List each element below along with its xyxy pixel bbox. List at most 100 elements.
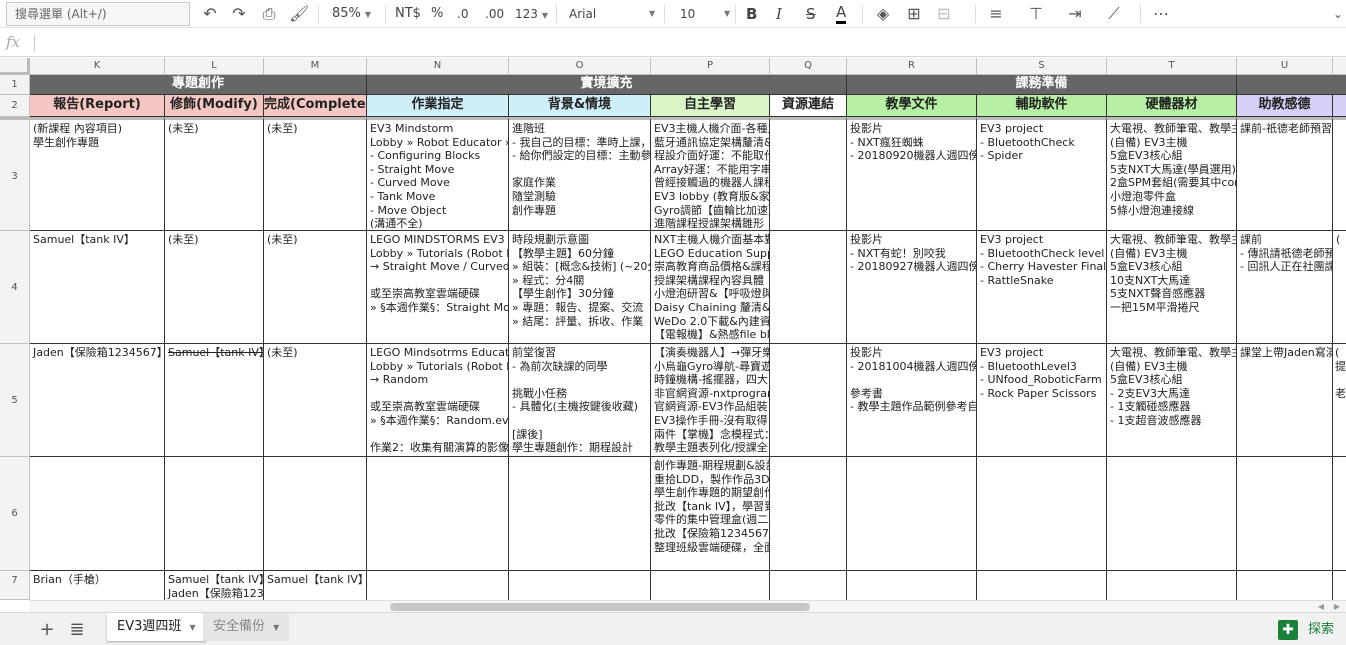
scroll-right-icon[interactable]: ▶ (1334, 601, 1340, 612)
number-format-select[interactable]: 123 ▼ (515, 0, 548, 28)
cell-q6[interactable] (770, 457, 847, 571)
select-all-corner[interactable] (0, 58, 30, 75)
row-header-1[interactable]: 1 (0, 75, 30, 95)
cell-o4[interactable]: 時段規劃示意圖 【教學主題】60分鐘 » 組裝：[概念&技術] (~20分 » … (509, 231, 651, 344)
decrease-decimal-button[interactable]: .0 (457, 0, 468, 28)
cell-n7[interactable] (367, 571, 509, 600)
cell-k6[interactable] (30, 457, 165, 571)
cell-l6[interactable] (165, 457, 264, 571)
cell-o7[interactable] (509, 571, 651, 600)
scrollbar-thumb[interactable] (390, 603, 810, 611)
group-header-context[interactable]: 實境擴充 (367, 75, 847, 95)
paint-format-icon[interactable]: 🖌 (289, 4, 309, 24)
cell-k5[interactable]: Jaden【保險箱1234567】 (30, 344, 165, 457)
cell-s5[interactable]: EV3 project - BluetoothLevel3 - UNfood_R… (977, 344, 1107, 457)
group-header-ta[interactable] (1237, 75, 1346, 95)
cell-n6[interactable] (367, 457, 509, 571)
sheet-tab-backup-menu-icon[interactable]: ▼ (273, 623, 279, 632)
percent-format-button[interactable]: % (431, 0, 443, 28)
cell-q3[interactable] (770, 117, 847, 231)
header-background[interactable]: 背景&情境 (509, 95, 651, 117)
cell-m7[interactable]: Samuel【tank IV】 (264, 571, 367, 600)
group-header-prep[interactable]: 課務準備 (847, 75, 1237, 95)
column-header-k[interactable]: K (30, 58, 165, 75)
cell-u3[interactable]: 課前-祇德老師預習 (1237, 117, 1333, 231)
collapse-toolbar-icon[interactable]: ⌄ (1328, 4, 1346, 24)
cell-p3[interactable]: EV3主機人機介面-各種主 藍牙通訊協定架構釐清& 程設介面好運：不能取代 Ar… (651, 117, 770, 231)
row-header-6[interactable]: 6 (0, 457, 30, 571)
explore-button[interactable]: ✚ 探索 (1277, 619, 1334, 641)
cell-u6[interactable] (1237, 457, 1333, 571)
borders-icon[interactable]: ⊞ (904, 4, 924, 24)
cell-u4[interactable]: 課前 - 傳訊請祇德老師預 - 回訊人正在社團課 (1237, 231, 1333, 344)
print-icon[interactable]: ⎙ (259, 4, 279, 24)
row-header-3[interactable]: 3 (0, 117, 30, 231)
cell-o3[interactable]: 進階班 - 我自己的目標：準時上課， - 給你們設定的目標：主動參 家庭作業 隨… (509, 117, 651, 231)
row-header-4[interactable]: 4 (0, 231, 30, 344)
header-report[interactable]: 報告(Report) (30, 95, 165, 117)
header-assignment[interactable]: 作業指定 (367, 95, 509, 117)
column-header-m[interactable]: M (264, 58, 367, 75)
cell-p5[interactable]: 【演奏機器人】→彈牙樂 小烏龜Gyro導航-尋寶遊 時鐘機構-搖擺器，四大 非官… (651, 344, 770, 457)
cell-v4[interactable]: ( (1333, 231, 1346, 344)
cell-m3[interactable]: (未至) (264, 117, 367, 231)
cell-r5[interactable]: 投影片 - 20181004機器人週四傍晚 參考書 - 教學主題作品範例參考自 (847, 344, 977, 457)
cell-l3[interactable]: (未至) (165, 117, 264, 231)
increase-decimal-button[interactable]: .00 (485, 0, 504, 28)
row-header-7[interactable]: 7 (0, 571, 30, 600)
cell-k4[interactable]: Samuel【tank IV】 (30, 231, 165, 344)
cell-n5[interactable]: LEGO Mindsotrms Educatio Lobby » Tutoria… (367, 344, 509, 457)
column-header-n[interactable]: N (367, 58, 509, 75)
fill-color-icon[interactable]: ◈ (873, 4, 893, 24)
header-software[interactable]: 輔助軟件 (977, 95, 1107, 117)
cell-s3[interactable]: EV3 project - BluetoothCheck - Spider (977, 117, 1107, 231)
font-size-select[interactable]: 10 ▼ (680, 0, 730, 28)
cell-m6[interactable] (264, 457, 367, 571)
cell-s4[interactable]: EV3 project - BluetoothCheck level 2 - C… (977, 231, 1107, 344)
cell-n4[interactable]: LEGO MINDSTORMS EV3 Lobby » Tutorials (R… (367, 231, 509, 344)
more-icon[interactable]: ⋯ (1151, 4, 1171, 24)
cell-u5[interactable]: 課堂上帶Jaden寫演 (1237, 344, 1333, 457)
cell-l7[interactable]: Samuel【tank IV】 Jaden【保險箱1234 (165, 571, 264, 600)
text-color-button[interactable]: A (836, 0, 847, 24)
cell-r7[interactable] (847, 571, 977, 600)
cell-n3[interactable]: EV3 Mindstorm Lobby » Robot Educator » »… (367, 117, 509, 231)
cell-k3[interactable]: (新課程 內容項目) 學生創作專題 (30, 117, 165, 231)
header-self-study[interactable]: 自主學習 (651, 95, 770, 117)
cell-t5[interactable]: 大電視、教師筆電、教學主 (自備) EV3主機 5盒EV3核心組 - 2支EV3… (1107, 344, 1237, 457)
sheet-tab-backup[interactable]: 安全備份 ▼ (203, 613, 290, 641)
text-rotation-icon[interactable]: ⟋ (1104, 4, 1124, 24)
header-v[interactable] (1333, 95, 1346, 117)
cell-k7[interactable]: Brian（手槍） (30, 571, 165, 600)
cell-o6[interactable] (509, 457, 651, 571)
header-resources[interactable]: 資源連結 (770, 95, 847, 117)
merge-cells-icon[interactable]: ⊟ (934, 4, 954, 24)
column-header-r[interactable]: R (847, 58, 977, 75)
header-complete[interactable]: 完成(Complete) (264, 95, 367, 117)
text-wrap-icon[interactable]: ⇥ (1065, 4, 1085, 24)
strikethrough-button[interactable]: S (806, 0, 816, 28)
column-header-s[interactable]: S (977, 58, 1107, 75)
add-sheet-icon[interactable]: + (36, 619, 58, 641)
cell-v7[interactable] (1333, 571, 1346, 600)
undo-icon[interactable]: ↶ (200, 4, 220, 24)
cell-u7[interactable] (1237, 571, 1333, 600)
italic-button[interactable]: I (776, 0, 782, 28)
row-header-2[interactable]: 2 (0, 95, 30, 117)
cell-t6[interactable] (1107, 457, 1237, 571)
zoom-select[interactable]: 85% ▼ (332, 0, 371, 28)
cell-o5[interactable]: 前堂復習 - 為前次缺課的同學 挑戰小任務 - 具體化(主機按鍵後收藏) [課後… (509, 344, 651, 457)
scroll-left-icon[interactable]: ◀ (1318, 601, 1324, 612)
cell-t4[interactable]: 大電視、教師筆電、教學主 (自備) EV3主機 5盒EV3核心組 10支NXT大… (1107, 231, 1237, 344)
currency-format-button[interactable]: NT$ (395, 0, 421, 28)
formula-input[interactable] (42, 35, 1332, 51)
all-sheets-icon[interactable]: ≣ (66, 619, 88, 641)
column-header-v[interactable] (1333, 58, 1346, 75)
cell-t3[interactable]: 大電視、教師筆電、教學主 (自備) EV3主機 5盒EV3核心組 5支NXT大馬… (1107, 117, 1237, 231)
vertical-align-icon[interactable]: ⊤ (1026, 4, 1046, 24)
header-teaching-docs[interactable]: 教學文件 (847, 95, 977, 117)
column-header-o[interactable]: O (509, 58, 651, 75)
cell-m5[interactable]: (未至) (264, 344, 367, 457)
cell-v3[interactable] (1333, 117, 1346, 231)
cell-q5[interactable] (770, 344, 847, 457)
